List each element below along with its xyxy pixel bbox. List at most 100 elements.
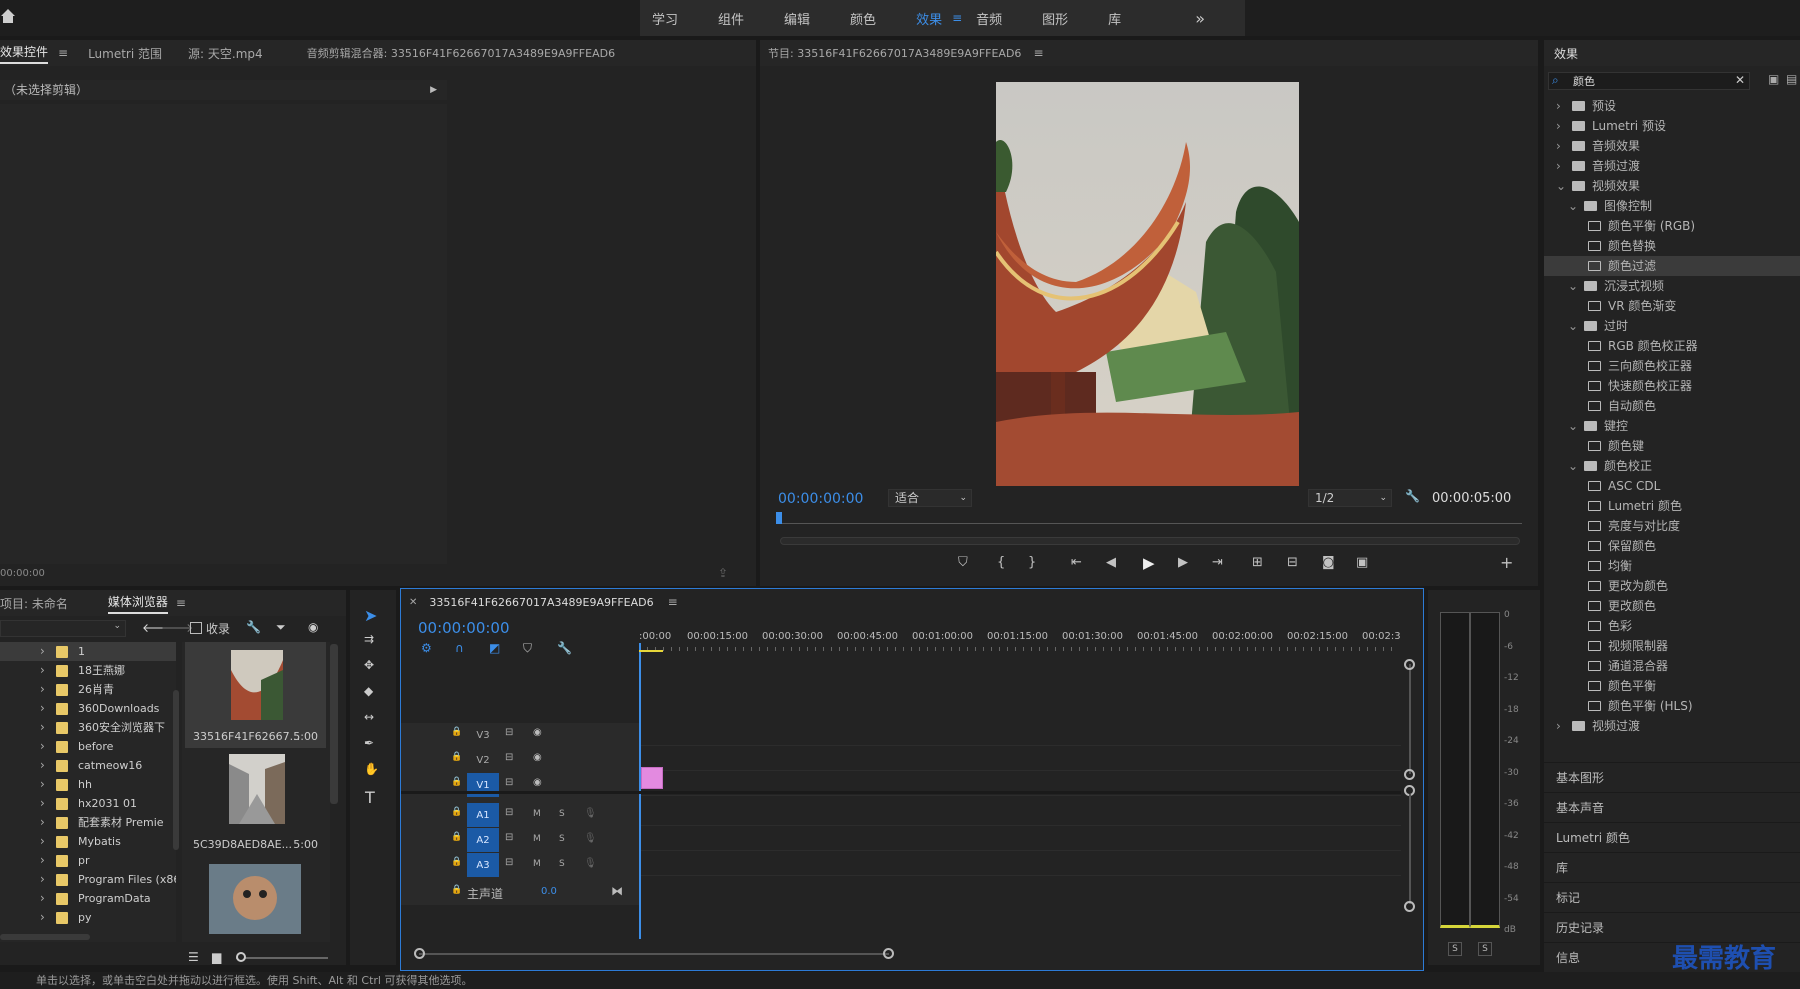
sync-lock-icon[interactable]: ⊟ xyxy=(505,752,513,763)
effects-search[interactable]: ⌕ ✕ xyxy=(1548,72,1750,90)
vertical-scroll-top[interactable] xyxy=(1409,664,1411,774)
chevron-right-icon[interactable]: › xyxy=(40,870,45,889)
eye-icon[interactable]: ◉ xyxy=(533,727,542,738)
location-dropdown[interactable]: ⌄ xyxy=(0,620,126,637)
play-icon[interactable]: ▶ xyxy=(1143,554,1155,572)
chevron-down-icon[interactable]: ⌄ xyxy=(1568,316,1578,336)
microphone-icon[interactable]: 🎙 xyxy=(584,858,597,869)
chevron-right-icon[interactable]: › xyxy=(40,794,45,813)
clip-thumb[interactable]: 5C39D8AED8AE... 5:00 xyxy=(185,750,326,856)
wrench-icon[interactable]: 🔧 xyxy=(557,641,572,655)
solo-left-button[interactable]: S xyxy=(1448,942,1462,956)
folder-row[interactable]: › Program Files (x86 xyxy=(0,870,176,889)
lock-icon[interactable]: 🔒 xyxy=(451,777,462,787)
go-to-out-icon[interactable]: ⇥ xyxy=(1212,555,1223,570)
clip-thumb[interactable]: 33516F41F62667... 5:00 xyxy=(185,642,326,748)
folder-hscroll[interactable] xyxy=(0,934,90,940)
menu-icon[interactable]: ≡ xyxy=(952,11,962,25)
folder-row[interactable]: › Mybatis xyxy=(0,832,176,851)
tab-project[interactable]: 项目: 未命名 xyxy=(0,595,68,612)
scroll-handle[interactable] xyxy=(1404,659,1415,670)
chevron-down-icon[interactable]: ⌄ xyxy=(1568,456,1578,476)
selection-tool-icon[interactable]: ➤ xyxy=(364,606,377,625)
effects-tree-item[interactable]: 颜色平衡 (HLS) xyxy=(1544,696,1800,716)
fit-dropdown[interactable]: 适合 ⌄ xyxy=(888,489,972,507)
master-end-icon[interactable]: ⧓ xyxy=(611,884,623,898)
effects-tree-item[interactable]: › 预设 xyxy=(1544,96,1800,116)
solo-button[interactable]: S xyxy=(559,834,565,844)
effects-tree-item[interactable]: › 音频过渡 xyxy=(1544,156,1800,176)
clip-thumb[interactable] xyxy=(185,858,326,938)
workspace-libraries[interactable]: 库 xyxy=(1108,9,1121,28)
add-marker-icon[interactable]: ⛉ xyxy=(523,641,532,656)
monitor-scrollbar[interactable] xyxy=(780,537,1520,545)
nest-icon[interactable]: ⚙ xyxy=(421,641,432,655)
monitor-ruler[interactable] xyxy=(776,512,1522,524)
favorites-checkbox[interactable] xyxy=(190,622,202,634)
chevron-down-icon[interactable]: ⌄ xyxy=(1568,276,1578,296)
stack-panel-0[interactable]: 基本图形 xyxy=(1544,762,1800,792)
effects-tree-item[interactable]: 颜色平衡 (RGB) xyxy=(1544,216,1800,236)
view-icon[interactable]: ◉ xyxy=(308,620,318,634)
stack-panel-4[interactable]: 标记 xyxy=(1544,882,1800,912)
scroll-handle[interactable] xyxy=(1404,901,1415,912)
stack-panel-1[interactable]: 基本声音 xyxy=(1544,792,1800,822)
effects-tree-item[interactable]: 均衡 xyxy=(1544,556,1800,576)
chevron-right-icon[interactable]: › xyxy=(40,718,45,737)
track-row[interactable]: 🔒 A3 ⊟ M S 🎙 xyxy=(401,853,1401,877)
effects-tree-item[interactable]: VR 颜色渐变 xyxy=(1544,296,1800,316)
lock-icon[interactable]: 🔒 xyxy=(451,832,462,842)
razor-tool-icon[interactable]: ◆ xyxy=(364,684,373,698)
effects-tree-item[interactable]: 视频限制器 xyxy=(1544,636,1800,656)
horizontal-scrollbar[interactable] xyxy=(414,948,894,959)
folder-row[interactable]: › hx2031 01 xyxy=(0,794,176,813)
workspace-assembly[interactable]: 组件 xyxy=(718,9,744,28)
wrench-icon[interactable]: 🔧 xyxy=(1405,489,1420,503)
menu-icon[interactable]: ≡ xyxy=(668,595,678,609)
mute-button[interactable]: M xyxy=(533,859,541,869)
sync-lock-icon[interactable]: ⊟ xyxy=(505,807,513,818)
lock-icon[interactable]: 🔒 xyxy=(451,752,462,762)
vertical-scroll-bottom[interactable] xyxy=(1409,794,1411,904)
sync-lock-icon[interactable]: ⊟ xyxy=(505,777,513,788)
effects-tree-item[interactable]: 保留颜色 xyxy=(1544,536,1800,556)
camera-icon[interactable]: ◙ xyxy=(1322,555,1335,570)
tab-source[interactable]: 源: 天空.mp4 xyxy=(188,45,263,62)
hand-tool-icon[interactable]: ✋ xyxy=(364,762,379,776)
menu-icon[interactable]: ≡ xyxy=(176,596,186,610)
lift-icon[interactable]: ⊞ xyxy=(1252,555,1263,570)
lock-icon[interactable]: 🔒 xyxy=(451,727,462,737)
mark-out-icon[interactable]: } xyxy=(1028,555,1036,570)
icon-view-icon[interactable]: ▆ xyxy=(212,950,221,964)
chevron-right-icon[interactable]: › xyxy=(40,775,45,794)
workspace-audio[interactable]: 音频 xyxy=(976,9,1002,28)
folder-row[interactable]: › 1 xyxy=(0,642,176,661)
mute-button[interactable]: M xyxy=(533,834,541,844)
sync-lock-icon[interactable]: ⊟ xyxy=(505,727,513,738)
effects-tree-item[interactable]: 更改为颜色 xyxy=(1544,576,1800,596)
linked-selection-icon[interactable]: ◩ xyxy=(489,641,500,655)
effects-tree-item[interactable]: › 视频过渡 xyxy=(1544,716,1800,736)
go-to-in-icon[interactable]: ⇤ xyxy=(1071,555,1082,570)
effects-tree-item[interactable]: ⌄ 键控 xyxy=(1544,416,1800,436)
effects-tree-item[interactable]: RGB 颜色校正器 xyxy=(1544,336,1800,356)
sync-lock-icon[interactable]: ⊟ xyxy=(505,857,513,868)
resolution-dropdown[interactable]: 1/2 ⌄ xyxy=(1308,489,1392,507)
workspace-more-button[interactable]: » xyxy=(1195,9,1205,28)
timeline-timecode[interactable]: 00:00:00:00 xyxy=(418,619,510,637)
chevron-right-icon[interactable]: › xyxy=(40,908,45,927)
step-back-icon[interactable]: ◀ xyxy=(1106,555,1116,570)
folder-row[interactable]: › before xyxy=(0,737,176,756)
workspace-graphics[interactable]: 图形 xyxy=(1042,9,1068,28)
folder-row[interactable]: › py xyxy=(0,908,176,927)
extract-icon[interactable]: ⊟ xyxy=(1287,555,1298,570)
list-view-icon[interactable]: ☰ xyxy=(188,950,199,964)
chevron-right-icon[interactable]: › xyxy=(40,737,45,756)
scroll-handle[interactable] xyxy=(414,948,425,959)
track-target-button[interactable]: V3 xyxy=(467,723,499,747)
master-track-row[interactable]: 🔒 主声道 0.0 ⧓ xyxy=(401,881,641,905)
chevron-right-icon[interactable]: › xyxy=(40,889,45,908)
lock-icon[interactable]: 🔒 xyxy=(451,807,462,817)
track-target-button[interactable]: A1 xyxy=(467,803,499,827)
time-ruler[interactable]: :00:00 00:00:15:00 00:00:30:00 00:00:45:00 0… xyxy=(639,625,1407,649)
